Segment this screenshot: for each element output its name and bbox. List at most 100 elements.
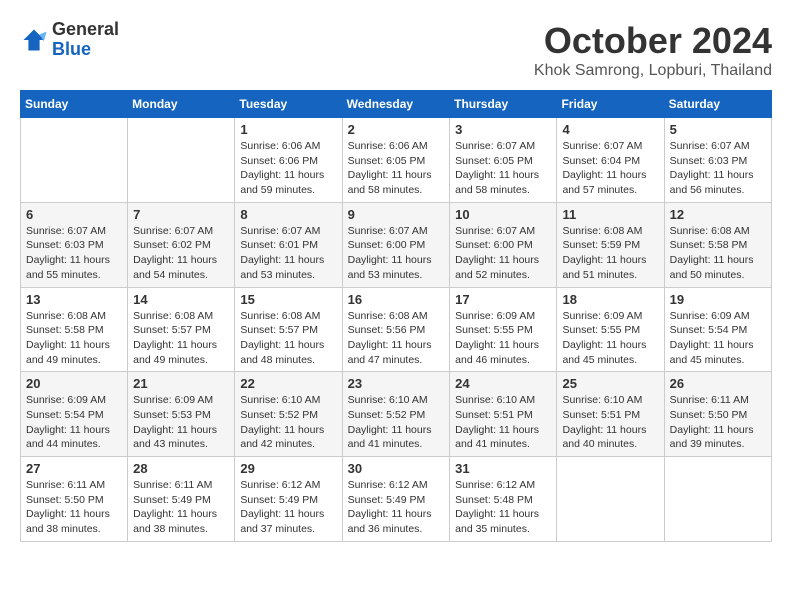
- calendar-cell: 23 Sunrise: 6:10 AMSunset: 5:52 PMDayligh…: [342, 372, 450, 457]
- day-number: 4: [562, 122, 658, 137]
- logo-text: General Blue: [52, 20, 119, 60]
- day-info: Sunrise: 6:08 AMSunset: 5:58 PMDaylight:…: [670, 224, 766, 283]
- day-info: Sunrise: 6:08 AMSunset: 5:57 PMDaylight:…: [133, 309, 229, 368]
- day-info: Sunrise: 6:07 AMSunset: 6:03 PMDaylight:…: [670, 139, 766, 198]
- calendar-cell: 17Sunrise: 6:09 AMSunset: 5:55 PMDayligh…: [450, 287, 557, 372]
- calendar-cell: 2 Sunrise: 6:06 AMSunset: 6:05 PMDaylight…: [342, 118, 450, 203]
- day-info: Sunrise: 6:10 AMSunset: 5:52 PMDaylight:…: [348, 393, 445, 452]
- calendar-week-row: 20 Sunrise: 6:09 AMSunset: 5:54 PMDayligh…: [21, 372, 772, 457]
- location: Khok Samrong, Lopburi, Thailand: [534, 62, 772, 80]
- calendar-cell: 10 Sunrise: 6:07 AMSunset: 6:00 PMDayligh…: [450, 202, 557, 287]
- day-number: 3: [455, 122, 551, 137]
- day-number: 8: [240, 207, 336, 222]
- page-header: General Blue October 2024 Khok Samrong, …: [20, 20, 772, 80]
- calendar-cell: 31 Sunrise: 6:12 AMSunset: 5:48 PMDayligh…: [450, 457, 557, 542]
- day-number: 5: [670, 122, 766, 137]
- day-number: 23: [348, 376, 445, 391]
- calendar-cell: 4 Sunrise: 6:07 AMSunset: 6:04 PMDaylight…: [557, 118, 664, 203]
- day-info: Sunrise: 6:07 AMSunset: 6:02 PMDaylight:…: [133, 224, 229, 283]
- day-info: Sunrise: 6:10 AMSunset: 5:51 PMDaylight:…: [562, 393, 658, 452]
- calendar-cell: 13 Sunrise: 6:08 AMSunset: 5:58 PMDayligh…: [21, 287, 128, 372]
- calendar-cell: 11Sunrise: 6:08 AMSunset: 5:59 PMDayligh…: [557, 202, 664, 287]
- day-info: Sunrise: 6:08 AMSunset: 5:59 PMDaylight:…: [562, 224, 658, 283]
- weekday-header: Monday: [128, 91, 235, 118]
- calendar-cell: 16 Sunrise: 6:08 AMSunset: 5:56 PMDayligh…: [342, 287, 450, 372]
- calendar-cell: 18 Sunrise: 6:09 AMSunset: 5:55 PMDayligh…: [557, 287, 664, 372]
- day-info: Sunrise: 6:10 AMSunset: 5:52 PMDaylight:…: [240, 393, 336, 452]
- calendar-cell: 21Sunrise: 6:09 AMSunset: 5:53 PMDayligh…: [128, 372, 235, 457]
- calendar-cell: 9 Sunrise: 6:07 AMSunset: 6:00 PMDaylight…: [342, 202, 450, 287]
- day-number: 6: [26, 207, 122, 222]
- day-number: 12: [670, 207, 766, 222]
- day-info: Sunrise: 6:07 AMSunset: 6:05 PMDaylight:…: [455, 139, 551, 198]
- day-info: Sunrise: 6:08 AMSunset: 5:56 PMDaylight:…: [348, 309, 445, 368]
- day-number: 10: [455, 207, 551, 222]
- calendar-cell: 19 Sunrise: 6:09 AMSunset: 5:54 PMDayligh…: [664, 287, 771, 372]
- calendar-cell: 3 Sunrise: 6:07 AMSunset: 6:05 PMDaylight…: [450, 118, 557, 203]
- weekday-header-row: SundayMondayTuesdayWednesdayThursdayFrid…: [21, 91, 772, 118]
- calendar-week-row: 1Sunrise: 6:06 AMSunset: 6:06 PMDaylight…: [21, 118, 772, 203]
- day-info: Sunrise: 6:11 AMSunset: 5:50 PMDaylight:…: [26, 478, 122, 537]
- calendar-cell: 12 Sunrise: 6:08 AMSunset: 5:58 PMDayligh…: [664, 202, 771, 287]
- day-info: Sunrise: 6:08 AMSunset: 5:58 PMDaylight:…: [26, 309, 122, 368]
- day-number: 2: [348, 122, 445, 137]
- calendar-cell: 15 Sunrise: 6:08 AMSunset: 5:57 PMDayligh…: [235, 287, 342, 372]
- calendar-cell: 29 Sunrise: 6:12 AMSunset: 5:49 PMDayligh…: [235, 457, 342, 542]
- day-info: Sunrise: 6:06 AMSunset: 6:05 PMDaylight:…: [348, 139, 445, 198]
- day-number: 25: [562, 376, 658, 391]
- weekday-header: Sunday: [21, 91, 128, 118]
- calendar-cell: 5 Sunrise: 6:07 AMSunset: 6:03 PMDaylight…: [664, 118, 771, 203]
- calendar-cell: [128, 118, 235, 203]
- day-info: Sunrise: 6:07 AMSunset: 6:04 PMDaylight:…: [562, 139, 658, 198]
- day-number: 30: [348, 461, 445, 476]
- calendar-cell: 24Sunrise: 6:10 AMSunset: 5:51 PMDayligh…: [450, 372, 557, 457]
- day-number: 24: [455, 376, 551, 391]
- calendar-cell: 30 Sunrise: 6:12 AMSunset: 5:49 PMDayligh…: [342, 457, 450, 542]
- day-info: Sunrise: 6:07 AMSunset: 6:03 PMDaylight:…: [26, 224, 122, 283]
- day-info: Sunrise: 6:12 AMSunset: 5:49 PMDaylight:…: [348, 478, 445, 537]
- weekday-header: Saturday: [664, 91, 771, 118]
- day-info: Sunrise: 6:07 AMSunset: 6:00 PMDaylight:…: [455, 224, 551, 283]
- calendar-week-row: 13 Sunrise: 6:08 AMSunset: 5:58 PMDayligh…: [21, 287, 772, 372]
- day-info: Sunrise: 6:07 AMSunset: 6:01 PMDaylight:…: [240, 224, 336, 283]
- day-number: 18: [562, 292, 658, 307]
- day-number: 14: [133, 292, 229, 307]
- day-number: 13: [26, 292, 122, 307]
- day-info: Sunrise: 6:11 AMSunset: 5:49 PMDaylight:…: [133, 478, 229, 537]
- weekday-header: Thursday: [450, 91, 557, 118]
- day-number: 29: [240, 461, 336, 476]
- day-number: 15: [240, 292, 336, 307]
- day-number: 31: [455, 461, 551, 476]
- month-title: October 2024: [534, 20, 772, 62]
- calendar-cell: 25 Sunrise: 6:10 AMSunset: 5:51 PMDayligh…: [557, 372, 664, 457]
- calendar-cell: 14 Sunrise: 6:08 AMSunset: 5:57 PMDayligh…: [128, 287, 235, 372]
- day-info: Sunrise: 6:12 AMSunset: 5:48 PMDaylight:…: [455, 478, 551, 537]
- day-info: Sunrise: 6:08 AMSunset: 5:57 PMDaylight:…: [240, 309, 336, 368]
- day-number: 21: [133, 376, 229, 391]
- calendar-cell: 27 Sunrise: 6:11 AMSunset: 5:50 PMDayligh…: [21, 457, 128, 542]
- day-number: 27: [26, 461, 122, 476]
- calendar-cell: 1Sunrise: 6:06 AMSunset: 6:06 PMDaylight…: [235, 118, 342, 203]
- day-number: 26: [670, 376, 766, 391]
- logo: General Blue: [20, 20, 119, 60]
- day-info: Sunrise: 6:09 AMSunset: 5:54 PMDaylight:…: [670, 309, 766, 368]
- day-number: 16: [348, 292, 445, 307]
- day-number: 22: [240, 376, 336, 391]
- day-info: Sunrise: 6:09 AMSunset: 5:55 PMDaylight:…: [562, 309, 658, 368]
- calendar-cell: [664, 457, 771, 542]
- day-number: 9: [348, 207, 445, 222]
- calendar-week-row: 6 Sunrise: 6:07 AMSunset: 6:03 PMDaylight…: [21, 202, 772, 287]
- day-info: Sunrise: 6:06 AMSunset: 6:06 PMDaylight:…: [240, 139, 336, 198]
- calendar-cell: 28Sunrise: 6:11 AMSunset: 5:49 PMDayligh…: [128, 457, 235, 542]
- logo-icon: [20, 26, 48, 54]
- calendar-cell: 8 Sunrise: 6:07 AMSunset: 6:01 PMDaylight…: [235, 202, 342, 287]
- weekday-header: Tuesday: [235, 91, 342, 118]
- day-info: Sunrise: 6:09 AMSunset: 5:55 PMDaylight:…: [455, 309, 551, 368]
- day-info: Sunrise: 6:07 AMSunset: 6:00 PMDaylight:…: [348, 224, 445, 283]
- day-number: 19: [670, 292, 766, 307]
- day-info: Sunrise: 6:12 AMSunset: 5:49 PMDaylight:…: [240, 478, 336, 537]
- day-info: Sunrise: 6:09 AMSunset: 5:54 PMDaylight:…: [26, 393, 122, 452]
- calendar-cell: 26Sunrise: 6:11 AMSunset: 5:50 PMDayligh…: [664, 372, 771, 457]
- weekday-header: Friday: [557, 91, 664, 118]
- day-number: 20: [26, 376, 122, 391]
